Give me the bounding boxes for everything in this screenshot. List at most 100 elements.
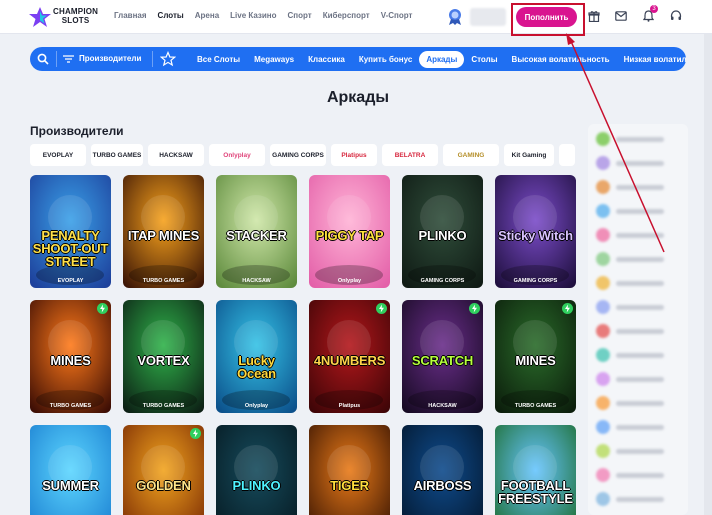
lightning-icon [562, 303, 573, 314]
sidebar-item-text [616, 448, 664, 454]
game-title: Lucky Ocean [237, 353, 276, 381]
game-title: TIGER [330, 478, 369, 493]
headset-icon[interactable] [669, 9, 683, 23]
sidebar-item[interactable] [596, 252, 680, 266]
brand-name: CHAMPION SLOTS [53, 7, 99, 25]
nav-link[interactable]: Арена [195, 11, 219, 20]
provider-chip[interactable]: Kit Gaming [504, 144, 554, 166]
category-tab[interactable]: Низкая волатильн [617, 51, 686, 68]
game-tile[interactable]: PIGGY TAP Onlyplay [309, 175, 390, 288]
game-provider-label: TURBO GAMES [49, 403, 92, 409]
sidebar-item-icon [596, 444, 610, 458]
mail-icon[interactable] [614, 9, 628, 23]
sidebar-item[interactable] [596, 468, 680, 482]
providers-filter[interactable]: Производители [63, 54, 141, 63]
category-tab[interactable]: Все Слоты [190, 51, 247, 68]
game-tile[interactable]: MINES TURBO GAMES [495, 300, 576, 413]
category-tabs: Все Слоты Megaways Классика Купить бонус Арк… [190, 51, 686, 68]
game-provider-label: Onlyplay [244, 403, 269, 409]
sidebar-item[interactable] [596, 180, 680, 194]
brand-logo[interactable]: CHAMPION SLOTS [28, 5, 106, 29]
provider-chip[interactable]: TURBO GAMES [91, 144, 143, 166]
category-tab[interactable]: Купить бонус [352, 51, 420, 68]
lightning-icon [469, 303, 480, 314]
divider [56, 51, 57, 67]
user-balance[interactable] [470, 8, 506, 26]
game-tile[interactable]: TIGER [309, 425, 390, 515]
game-title: PLINKO [418, 228, 467, 243]
nav-link[interactable]: Главная [114, 11, 147, 20]
game-title: ITAP MINES [127, 228, 200, 243]
gift-icon[interactable] [587, 9, 601, 23]
star-favorites-icon[interactable] [160, 51, 176, 67]
provider-chip[interactable]: GAMING CORPS [270, 144, 326, 166]
sidebar-item[interactable] [596, 444, 680, 458]
sidebar-item-icon [596, 276, 610, 290]
game-tile[interactable]: VORTEX TURBO GAMES [123, 300, 204, 413]
sidebar-item[interactable] [596, 324, 680, 338]
nav-link[interactable]: Live Казино [230, 11, 276, 20]
category-tab[interactable]: Megaways [247, 51, 301, 68]
game-title: PLINKO [232, 478, 281, 493]
game-tile[interactable]: ITAP MINES TURBO GAMES [123, 175, 204, 288]
page-scrollbar[interactable] [704, 34, 712, 515]
sidebar-item[interactable] [596, 276, 680, 290]
sidebar-item[interactable] [596, 492, 680, 506]
game-title: AIRBOSS [413, 478, 472, 493]
sidebar-item-icon [596, 180, 610, 194]
sidebar-item[interactable] [596, 228, 680, 242]
sidebar-item[interactable] [596, 348, 680, 362]
sidebar-item[interactable] [596, 396, 680, 410]
provider-chip[interactable]: BELATRA [382, 144, 438, 166]
game-provider-label: Platipus [338, 403, 361, 409]
provider-chip[interactable]: Onlyplay [209, 144, 265, 166]
sidebar-item-icon [596, 204, 610, 218]
game-title: MINES [50, 353, 91, 368]
game-tile[interactable]: PLINKO GAMING CORPS [402, 175, 483, 288]
game-tile[interactable]: STACKER HACKSAW [216, 175, 297, 288]
game-tile[interactable]: GOLDEN [123, 425, 204, 515]
sidebar-item[interactable] [596, 204, 680, 218]
provider-chip[interactable] [559, 144, 575, 166]
nav-link[interactable]: Киберспорт [323, 11, 370, 20]
sidebar-item-icon [596, 372, 610, 386]
sidebar-item[interactable] [596, 156, 680, 170]
game-tile[interactable]: 4NUMBERS Platipus [309, 300, 390, 413]
sidebar-item[interactable] [596, 372, 680, 386]
sidebar-item-icon [596, 252, 610, 266]
provider-chip[interactable]: HACKSAW [148, 144, 204, 166]
category-tab[interactable]: Столы [464, 51, 504, 68]
game-tile[interactable]: SUMMER [30, 425, 111, 515]
game-tile[interactable]: PLINKOTURBO [216, 425, 297, 515]
game-tile[interactable]: AIRBOSS [402, 425, 483, 515]
sidebar-item-text [616, 496, 664, 502]
category-tab[interactable]: Высокая волатильность [505, 51, 617, 68]
sidebar-item[interactable] [596, 300, 680, 314]
provider-chip[interactable]: EVOPLAY [30, 144, 86, 166]
category-tab[interactable]: Классика [301, 51, 352, 68]
nav-link[interactable]: Слоты [158, 11, 184, 20]
game-tile[interactable]: FOOTBALL FREESTYLE [495, 425, 576, 515]
search-icon[interactable] [30, 47, 56, 71]
award-badge-icon[interactable] [447, 8, 463, 26]
game-provider-label: TURBO GAMES [514, 403, 557, 409]
game-title: Sticky Witch [498, 228, 573, 243]
providers-section-title: Производители [30, 124, 124, 138]
nav-link[interactable]: Спорт [288, 11, 312, 20]
game-tile[interactable]: PENALTY SHOOT-OUT STREET EVOPLAY [30, 175, 111, 288]
game-title: GOLDEN [136, 478, 191, 493]
sidebar-item-text [616, 472, 664, 478]
game-tile[interactable]: MINES TURBO GAMES [30, 300, 111, 413]
sidebar-item[interactable] [596, 132, 680, 146]
nav-link[interactable]: V-Спорт [381, 11, 413, 20]
provider-chip[interactable]: GAMING [443, 144, 499, 166]
game-provider-label: TURBO GAMES [142, 278, 185, 284]
game-tile[interactable]: Lucky Ocean Onlyplay [216, 300, 297, 413]
game-tile[interactable]: Sticky Witch GAMING CORPS [495, 175, 576, 288]
sidebar-item[interactable] [596, 420, 680, 434]
game-tile[interactable]: SCRATCH HACKSAW [402, 300, 483, 413]
provider-chip[interactable]: Platipus [331, 144, 377, 166]
lightning-icon [97, 303, 108, 314]
category-tab[interactable]: Аркады [419, 51, 465, 68]
sidebar-item-text [616, 280, 664, 286]
